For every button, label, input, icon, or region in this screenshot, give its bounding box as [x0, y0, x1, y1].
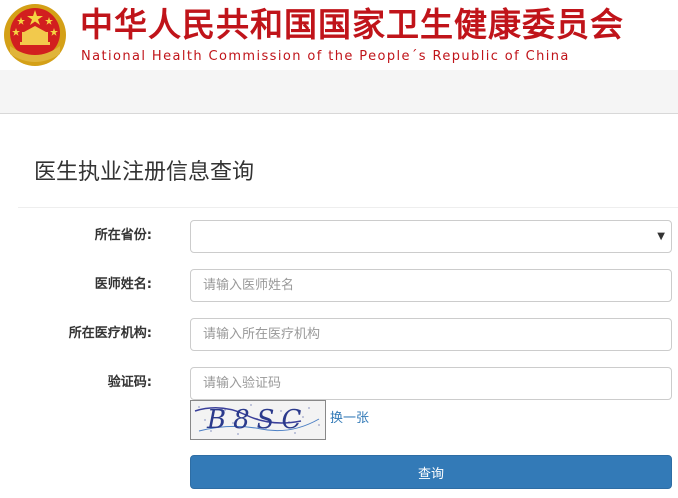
captcha-input[interactable]: [190, 367, 672, 400]
query-panel: 医生执业注册信息查询 所在省份: ▼ 医师姓名: 所在医疗机构: 验证码: B8…: [18, 114, 678, 498]
institution-label: 所在医疗机构:: [68, 326, 152, 341]
captcha-text: B8SC: [207, 405, 309, 435]
site-header: 中华人民共和国国家卫生健康委员会 National Health Commiss…: [0, 0, 678, 70]
refresh-captcha-link[interactable]: 换一张: [330, 410, 369, 428]
province-select[interactable]: ▼: [190, 220, 672, 253]
national-emblem-icon: [4, 4, 66, 66]
captcha-image[interactable]: B8SC: [190, 400, 326, 440]
org-name-en: National Health Commission of the People…: [81, 49, 570, 64]
institution-input[interactable]: [190, 318, 672, 351]
title-divider: [18, 207, 678, 208]
province-label: 所在省份:: [94, 228, 152, 243]
page-title: 医生执业注册信息查询: [34, 160, 255, 185]
captcha-label: 验证码:: [107, 375, 152, 390]
chevron-down-icon: ▼: [657, 231, 665, 242]
header-band: [0, 70, 678, 114]
doctor-name-input[interactable]: [190, 269, 672, 302]
doctor-name-label: 医师姓名:: [94, 277, 152, 292]
org-name-cn: 中华人民共和国国家卫生健康委员会: [80, 5, 624, 44]
query-button[interactable]: 查询: [190, 455, 672, 489]
